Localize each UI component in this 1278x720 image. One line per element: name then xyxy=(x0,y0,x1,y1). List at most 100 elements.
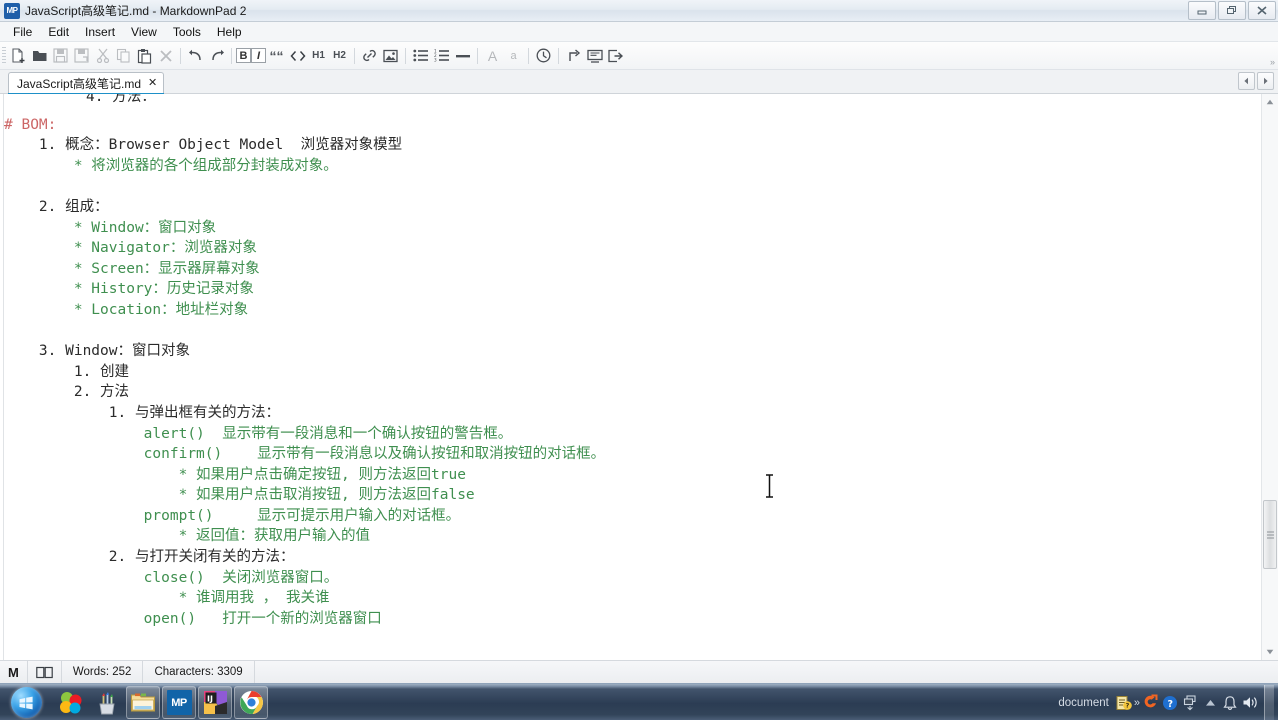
heading1-icon[interactable]: H1 xyxy=(308,45,329,67)
status-bar: M Words: 252 Characters: 3309 xyxy=(0,660,1278,684)
taskbar-markdownpad[interactable]: MP xyxy=(162,686,196,719)
tab-label: JavaScript高级笔记.md xyxy=(17,77,142,91)
line-break-icon[interactable] xyxy=(563,45,584,67)
editor-line: 2. 方法 xyxy=(4,384,130,401)
delete-icon[interactable] xyxy=(155,45,176,67)
tab-close-icon[interactable]: ✕ xyxy=(148,78,157,89)
toolbar-separator xyxy=(558,47,559,64)
editor-line: alert() 显示带有一段消息和一个确认按钮的警告框。 xyxy=(4,425,513,442)
character-count: Characters: 3309 xyxy=(143,660,255,684)
decrease-font-size-icon[interactable]: a xyxy=(503,45,524,67)
markdown-editor[interactable]: # BOM: 1. 概念：Browser Object Model 浏览器对象模… xyxy=(4,94,1240,660)
menu-insert[interactable]: Insert xyxy=(77,23,123,41)
editor-line: * 将浏览器的各个组成部分封装成对象。 xyxy=(4,157,338,174)
italic-icon[interactable]: I xyxy=(251,48,266,63)
taskbar-pen-cup[interactable] xyxy=(90,686,124,719)
taskbar-chrome[interactable] xyxy=(234,686,268,719)
toolbar-grip[interactable] xyxy=(2,46,6,65)
horizontal-rule-icon[interactable] xyxy=(452,45,473,67)
editor-line: # BOM: xyxy=(4,116,57,133)
scrollbar-thumb[interactable] xyxy=(1263,500,1277,569)
preview-icon[interactable] xyxy=(584,45,605,67)
close-button[interactable] xyxy=(1248,1,1276,20)
link-icon[interactable] xyxy=(359,45,380,67)
editor-line: confirm() 显示带有一段消息以及确认按钮和取消按钮的对话框。 xyxy=(4,446,606,463)
tab-javascript-notes[interactable]: JavaScript高级笔记.md ✕ xyxy=(8,72,165,94)
editor-line: close() 关闭浏览器窗口。 xyxy=(4,569,339,586)
markdown-mode-icon[interactable]: M xyxy=(0,660,28,684)
blockquote-icon[interactable]: ““ xyxy=(266,45,287,67)
tab-scroll-left-button[interactable] xyxy=(1238,72,1255,90)
show-desktop-button[interactable] xyxy=(1264,685,1274,720)
code-icon[interactable] xyxy=(287,45,308,67)
export-icon[interactable] xyxy=(605,45,626,67)
undo-icon[interactable] xyxy=(185,45,206,67)
menu-file[interactable]: File xyxy=(5,23,40,41)
new-document-icon[interactable] xyxy=(8,45,29,67)
bold-icon[interactable]: B xyxy=(236,48,251,63)
markdownpad-icon: MP xyxy=(166,690,192,715)
action-center-icon[interactable] xyxy=(1220,688,1240,718)
taskbar-media-player[interactable] xyxy=(54,686,88,719)
taskbar-file-explorer[interactable] xyxy=(126,686,160,719)
book-icon[interactable] xyxy=(28,660,62,684)
menu-view[interactable]: View xyxy=(123,23,165,41)
save-icon[interactable] xyxy=(50,45,71,67)
heading1-label: H1 xyxy=(312,50,325,61)
unordered-list-icon[interactable] xyxy=(410,45,431,67)
toolbar-overflow-icon[interactable]: » xyxy=(1270,57,1275,67)
app-icon: MP xyxy=(4,2,20,19)
editor-line: * Window：窗口对象 xyxy=(4,219,217,236)
open-folder-icon[interactable] xyxy=(29,45,50,67)
menu-edit[interactable]: Edit xyxy=(40,23,77,41)
start-button[interactable] xyxy=(4,685,48,720)
ordered-list-icon[interactable]: 1 2 3 xyxy=(431,45,452,67)
menu-tools[interactable]: Tools xyxy=(165,23,209,41)
timestamp-icon[interactable] xyxy=(533,45,554,67)
image-icon[interactable] xyxy=(380,45,401,67)
increase-font-label: A xyxy=(487,47,498,64)
tab-navigation xyxy=(1238,72,1274,90)
sogou-icon[interactable] xyxy=(1140,688,1160,718)
markdownpad-icon-label: MP xyxy=(171,696,187,709)
scroll-down-arrow-icon[interactable] xyxy=(1262,644,1278,660)
editor-line: open() 打开一个新的浏览器窗口 xyxy=(4,610,382,627)
toolbar-separator xyxy=(528,47,529,64)
toolbar-separator xyxy=(231,47,232,64)
scroll-up-arrow-icon[interactable] xyxy=(1262,94,1278,110)
heading2-icon[interactable]: H2 xyxy=(329,45,350,67)
editor-line: * Location：地址栏对象 xyxy=(4,301,249,318)
tab-scroll-right-button[interactable] xyxy=(1257,72,1274,90)
menu-bar: File Edit Insert View Tools Help xyxy=(0,22,1278,42)
paste-icon[interactable] xyxy=(134,45,155,67)
svg-text:?: ? xyxy=(1125,701,1129,709)
svg-text:IJ: IJ xyxy=(207,695,213,704)
copy-icon[interactable] xyxy=(113,45,134,67)
markdown-mode-label: M xyxy=(8,664,19,680)
taskbar-intellij-idea[interactable]: IJ xyxy=(198,686,232,719)
network-icon[interactable] xyxy=(1180,688,1200,718)
cut-icon[interactable] xyxy=(92,45,113,67)
show-hidden-icons-icon[interactable] xyxy=(1200,688,1220,718)
system-tray: document ? » ? xyxy=(1058,684,1278,720)
decrease-font-label: a xyxy=(510,49,517,62)
minimize-button[interactable] xyxy=(1188,1,1216,20)
windows-logo-icon xyxy=(10,687,42,718)
volume-icon[interactable] xyxy=(1240,688,1260,718)
editor-vertical-scrollbar[interactable] xyxy=(1261,94,1278,660)
taskbar: MP IJ document ? » ? xyxy=(0,683,1278,720)
redo-icon[interactable] xyxy=(206,45,227,67)
editor-line: 3. Window：窗口对象 xyxy=(4,343,190,360)
menu-help[interactable]: Help xyxy=(209,23,250,41)
toolbar-separator xyxy=(405,47,406,64)
ime-helper-icon[interactable]: ? xyxy=(1114,688,1134,718)
toolbar-separator xyxy=(477,47,478,64)
restore-button[interactable] xyxy=(1218,1,1246,20)
help-icon[interactable]: ? xyxy=(1160,688,1180,718)
taskbar-items: MP IJ xyxy=(54,686,268,719)
save-as-icon[interactable] xyxy=(71,45,92,67)
editor-line: * 谁调用我 ， 我关谁 xyxy=(4,590,330,607)
increase-font-size-icon[interactable]: A xyxy=(482,45,503,67)
